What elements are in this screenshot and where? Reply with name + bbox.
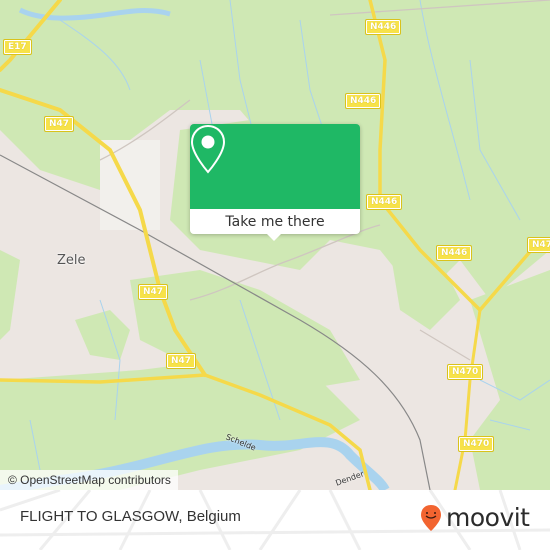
road-shield-n470: N470: [457, 436, 495, 452]
popup-header[interactable]: [190, 124, 360, 209]
take-me-there-button[interactable]: Take me there: [190, 209, 360, 234]
map-attribution[interactable]: © OpenStreetMap contributors: [0, 470, 178, 490]
moovit-wordmark: moovit: [446, 503, 530, 532]
road-shield-n446: N446: [364, 19, 402, 35]
moovit-logo[interactable]: moovit: [420, 503, 530, 533]
map-tiles: [0, 0, 550, 490]
map[interactable]: E17 N47 N47 N47 N446 N446 N446 N446 N47 …: [0, 0, 550, 490]
map-pin-icon: [190, 124, 226, 174]
road-shield-n446: N446: [344, 93, 382, 109]
moovit-pin-icon: [421, 505, 441, 531]
place-name: FLIGHT TO GLASGOW, Belgium: [20, 508, 241, 525]
road-shield-n47: N47: [526, 237, 550, 253]
road-shield-e17: E17: [3, 39, 32, 55]
road-shield-n446: N446: [435, 245, 473, 261]
destination-popup[interactable]: Take me there: [190, 124, 360, 241]
road-shield-n47: N47: [165, 353, 197, 369]
industrial-area: [100, 140, 160, 230]
popup-pointer: [267, 234, 281, 241]
road-shield-n47: N47: [137, 284, 169, 300]
footer: FLIGHT TO GLASGOW, Belgium moovit: [0, 490, 550, 550]
road-shield-n446: N446: [365, 194, 403, 210]
place-label-zele: Zele: [57, 253, 86, 268]
road-shield-n470: N470: [446, 364, 484, 380]
road-shield-n47: N47: [43, 116, 75, 132]
